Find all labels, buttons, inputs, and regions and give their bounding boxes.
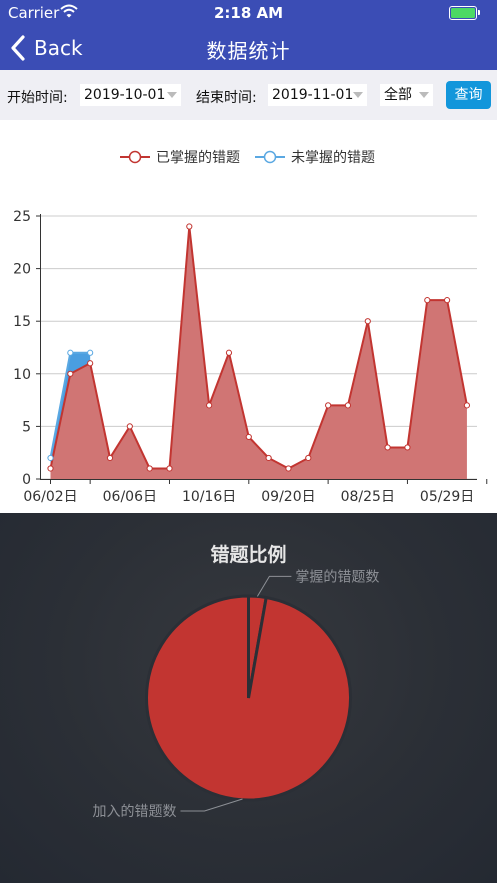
legend-marker (128, 150, 142, 164)
legend-item[interactable]: 未掌握的错题 (255, 150, 375, 166)
clock: 2:18 AM (213, 4, 284, 22)
point-mastered[interactable] (87, 360, 94, 367)
x-tick-label: 10/16日 (182, 489, 236, 505)
pie-leader-line (180, 798, 243, 812)
end-time-label: 结束时间: (196, 90, 257, 106)
x-tick-label: 06/02日 (23, 489, 77, 505)
start-time-label: 开始时间: (7, 90, 68, 106)
y-tick-label: 20 (13, 262, 31, 278)
x-tick-label: 08/25日 (341, 489, 395, 505)
filter-bar: 开始时间: 2019-10-01 结束时间: 2019-11-01 全部 查询 (0, 70, 497, 120)
pie-label: 加入的错题数 (93, 804, 177, 820)
line-mastered (49, 226, 468, 470)
category-select[interactable]: 全部 (380, 84, 433, 106)
y-tick-label: 0 (22, 472, 31, 488)
pie-slice[interactable] (145, 594, 352, 802)
battery-icon (449, 6, 477, 20)
y-tick-label: 15 (13, 314, 31, 330)
point-mastered[interactable] (463, 402, 471, 409)
mistakes-area-chart: 已掌握的错题 未掌握的错题 0 5 10 15 20 25 06/02日 06/06日 10/1… (13, 150, 488, 505)
pie-chart-panel: 错题比例 掌握的错题数加入的错题数 (0, 513, 497, 883)
chevron-left-icon (11, 35, 25, 61)
x-tick-label: 06/06日 (103, 489, 157, 505)
start-date-value: 2019-10-01 (84, 87, 166, 103)
point-mastered[interactable] (424, 297, 431, 304)
pie-label: 掌握的错题数 (295, 569, 379, 585)
chevron-down-icon (353, 92, 363, 98)
back-label: Back (34, 36, 83, 60)
start-date-select[interactable]: 2019-10-01 (80, 84, 181, 106)
line-chart-panel: 已掌握的错题 未掌握的错题 0 5 10 15 20 25 06/02日 06/06日 10/1… (0, 120, 497, 513)
y-tick-label: 10 (13, 367, 31, 383)
point-mastered[interactable] (285, 465, 292, 472)
x-tick-label: 05/29日 (420, 489, 474, 505)
point-mastered[interactable] (166, 465, 173, 472)
point-mastered[interactable] (225, 349, 233, 356)
legend-label: 已掌握的错题 (156, 150, 240, 166)
pie-leader-line (256, 575, 292, 597)
point-mastered[interactable] (444, 297, 451, 304)
point-mastered[interactable] (384, 444, 391, 451)
point-unmastered[interactable] (47, 454, 54, 462)
point-unmastered[interactable] (87, 349, 94, 356)
y-tick-label: 5 (22, 419, 31, 435)
point-mastered[interactable] (325, 402, 332, 409)
area-mastered (50, 226, 467, 479)
end-date-value: 2019-11-01 (272, 87, 354, 103)
end-date-select[interactable]: 2019-11-01 (268, 84, 367, 106)
query-button[interactable]: 查询 (446, 81, 491, 109)
chevron-down-icon (419, 92, 429, 98)
y-tick-label: 25 (13, 209, 31, 225)
point-mastered[interactable] (106, 454, 114, 462)
point-mastered[interactable] (404, 444, 411, 451)
chevron-down-icon (167, 92, 177, 98)
point-mastered[interactable] (344, 402, 352, 409)
mistakes-pie-chart: 错题比例掌握的错题数加入的错题数 (93, 543, 380, 820)
category-value: 全部 (384, 87, 412, 103)
point-mastered[interactable] (206, 402, 213, 409)
point-mastered[interactable] (126, 423, 133, 430)
chart-legend: 已掌握的错题 未掌握的错题 (120, 150, 375, 166)
x-tick-label: 09/20日 (261, 489, 315, 505)
point-mastered[interactable] (245, 433, 252, 441)
point-mastered[interactable] (47, 465, 54, 472)
status-bar: Carrier 2:18 AM (0, 0, 497, 26)
point-mastered[interactable] (265, 454, 272, 462)
navigation-bar: Back 数据统计 (0, 26, 497, 70)
battery-tip (478, 10, 480, 15)
point-mastered[interactable] (67, 370, 74, 377)
back-button[interactable]: Back (8, 26, 83, 70)
point-mastered[interactable] (364, 318, 371, 325)
point-mastered[interactable] (305, 454, 312, 462)
point-mastered[interactable] (146, 465, 153, 472)
legend-item[interactable]: 已掌握的错题 (120, 150, 240, 166)
chart-series (47, 223, 471, 479)
pie-title: 错题比例 (210, 543, 286, 566)
point-unmastered[interactable] (67, 349, 74, 356)
legend-label: 未掌握的错题 (291, 150, 375, 166)
point-mastered[interactable] (186, 223, 193, 230)
legend-marker (263, 150, 277, 164)
